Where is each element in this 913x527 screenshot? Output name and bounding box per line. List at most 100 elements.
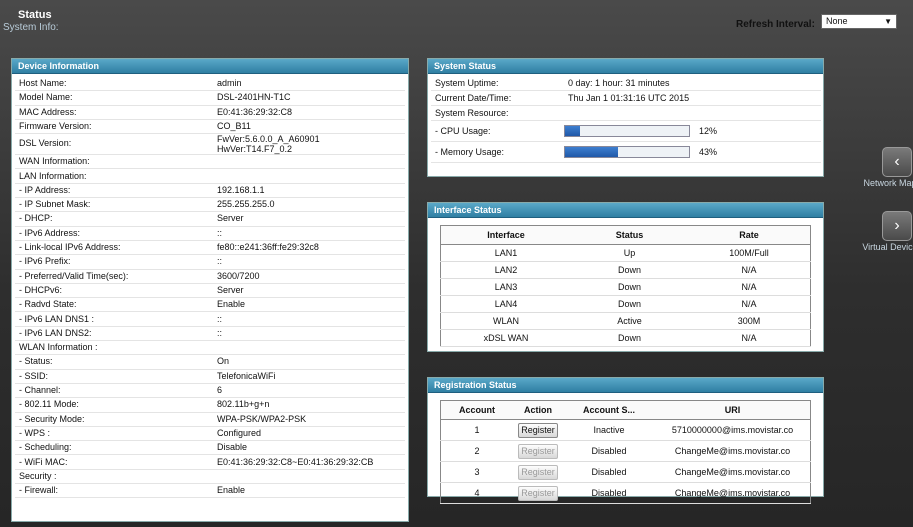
table-cell: 300M <box>688 312 811 330</box>
column-header: URI <box>655 400 811 420</box>
table-cell: Down <box>571 329 688 347</box>
device-info-value: :: <box>217 313 223 324</box>
device-info-value: 802.11b+g+n <box>217 399 270 410</box>
device-info-label: - Link-local IPv6 Address: <box>19 242 121 252</box>
refresh-interval-select[interactable]: None ▼ <box>821 14 897 29</box>
column-header: Action <box>513 400 563 420</box>
device-info-label: - WiFi MAC: <box>19 456 68 467</box>
device-info-value: 6 <box>217 385 223 395</box>
virtual-device-label[interactable]: Virtual Device <box>860 242 913 252</box>
chevron-right-icon: › <box>894 217 900 234</box>
device-info-row: - WPS : Configured <box>15 426 405 442</box>
device-info-value: Configured <box>217 427 262 438</box>
table-row: 2 Register Disabled ChangeMe@ims.movistar.c… <box>440 440 811 462</box>
registration-status-table: Account Action Account S... URI 1 Registe… <box>440 400 811 504</box>
table-cell: xDSL WAN <box>440 329 571 347</box>
device-info-value: 3600/7200 <box>217 270 260 281</box>
device-info-row: - IP Address: 192.168.1.1 <box>15 183 405 199</box>
device-info-label: WAN Information: <box>19 156 90 167</box>
system-resource-row: System Resource: <box>431 106 821 121</box>
action-cell: Register <box>513 482 563 504</box>
system-uptime-row: System Uptime: 0 day: 1 hour: 31 minutes <box>431 76 821 91</box>
memory-usage-label: - Memory Usage: <box>435 147 505 157</box>
uri-cell: ChangeMe@ims.movistar.co <box>655 461 811 483</box>
device-info-label: - Status: <box>19 356 53 367</box>
device-info-label: - 802.11 Mode: <box>19 399 79 410</box>
account-status-cell: Disabled <box>563 440 655 462</box>
device-info-value: E0:41:36:29:32:C8 <box>217 106 293 117</box>
column-header: Status <box>571 225 688 245</box>
current-date-value: Thu Jan 1 01:31:16 UTC 2015 <box>568 93 690 103</box>
table-cell: N/A <box>688 278 811 296</box>
cpu-usage-label: - CPU Usage: <box>435 126 491 136</box>
network-map-label[interactable]: Network Map <box>860 178 913 188</box>
account-cell: 4 <box>440 482 513 504</box>
current-date-row: Current Date/Time: Thu Jan 1 01:31:16 UT… <box>431 91 821 106</box>
column-header: Account S... <box>563 400 655 420</box>
network-map-button[interactable]: ‹ <box>882 147 912 177</box>
memory-usage-percent: 43% <box>699 147 718 157</box>
chevron-left-icon: ‹ <box>894 153 900 170</box>
device-info-label: Host Name: <box>19 78 67 88</box>
register-button: Register <box>518 464 558 480</box>
device-info-value: :: <box>217 227 223 238</box>
column-header: Rate <box>688 225 811 245</box>
table-row: LAN3 Down N/A <box>440 278 811 296</box>
register-button[interactable]: Register <box>518 422 558 438</box>
device-info-value: TelefonicaWiFi <box>217 370 276 381</box>
device-info-row: - IP Subnet Mask: 255.255.255.0 <box>15 197 405 213</box>
device-info-value: FwVer:5.6.0.0_A_A60901 HwVer:T14.F7_0.2 <box>217 134 320 155</box>
registration-status-panel: Registration Status Account Action Accou… <box>427 377 824 504</box>
table-cell: Active <box>571 312 688 330</box>
device-info-row: - IPv6 Prefix::: <box>15 254 405 270</box>
uri-cell: ChangeMe@ims.movistar.co <box>655 482 811 504</box>
device-info-value: Enable <box>217 299 246 310</box>
table-row: LAN2 Down N/A <box>440 261 811 279</box>
table-row: WLAN Active 300M <box>440 312 811 330</box>
device-info-label: MAC Address: <box>19 106 77 117</box>
device-info-label: - SSID: <box>19 370 49 381</box>
device-info-value: Enable <box>217 485 246 496</box>
system-uptime-value: 0 day: 1 hour: 31 minutes <box>568 78 670 88</box>
device-info-label: - IP Subnet Mask: <box>19 199 91 210</box>
device-info-label: - Scheduling: <box>19 442 72 453</box>
refresh-interval-value: None <box>826 16 848 26</box>
cpu-usage-row: - CPU Usage: 12% <box>431 121 821 142</box>
column-header: Account <box>440 400 513 420</box>
interface-status-table: Interface Status Rate LAN1 Up 100M/Full LAN… <box>440 225 811 347</box>
device-information-title: Device Information <box>12 59 408 74</box>
table-cell: Up <box>571 244 688 262</box>
device-info-label: - IPv6 Address: <box>19 227 81 238</box>
table-cell: 100M/Full <box>688 244 811 262</box>
device-info-value: On <box>217 356 230 367</box>
device-info-value: Server <box>217 284 244 295</box>
device-info-label: - Channel: <box>19 385 61 395</box>
table-cell: Down <box>571 295 688 313</box>
action-cell: Register <box>513 461 563 483</box>
device-info-row: DSL Version: FwVer:5.6.0.0_A_A60901 HwVer… <box>15 133 405 156</box>
device-info-label: - Firewall: <box>19 485 59 496</box>
interface-status-title: Interface Status <box>428 203 823 218</box>
dropdown-arrow-icon: ▼ <box>884 17 892 26</box>
device-info-row: - IPv6 LAN DNS2::: <box>15 326 405 342</box>
action-cell: Register <box>513 440 563 462</box>
virtual-device-button[interactable]: › <box>882 211 912 241</box>
device-info-row: LAN Information: <box>15 169 405 184</box>
device-info-row: - Security Mode: WPA-PSK/WPA2-PSK <box>15 412 405 427</box>
device-info-row: - Preferred/Valid Time(sec): 3600/7200 <box>15 269 405 284</box>
memory-usage-bar <box>564 146 690 158</box>
device-info-value: admin <box>217 78 242 88</box>
registration-status-title: Registration Status <box>428 378 823 393</box>
account-cell: 3 <box>440 461 513 483</box>
cpu-usage-fill <box>565 126 580 136</box>
account-cell: 1 <box>440 419 513 441</box>
account-cell: 2 <box>440 440 513 462</box>
device-info-label: - IPv6 LAN DNS2: <box>19 327 92 338</box>
table-cell: N/A <box>688 261 811 279</box>
table-cell: Down <box>571 278 688 296</box>
table-cell: WLAN <box>440 312 571 330</box>
device-info-label: DSL Version: <box>19 138 72 149</box>
device-info-value: 255.255.255.0 <box>217 199 275 210</box>
device-info-row: Model Name: DSL-2401HN-T1C <box>15 90 405 106</box>
device-info-row: - IPv6 LAN DNS1 ::: <box>15 312 405 327</box>
